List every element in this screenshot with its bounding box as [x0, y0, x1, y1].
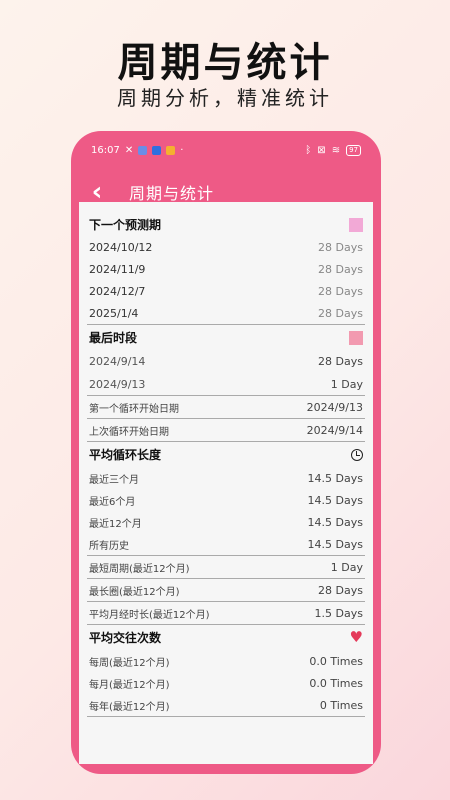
app-notification-icon	[152, 145, 162, 155]
status-bar: 16:07 ✕ · ᛒ ⊠ ≋ 97	[71, 131, 381, 169]
list-item: 最近6个月 14.5 Days	[89, 493, 363, 508]
list-item: 上次循环开始日期 2024/9/14	[89, 423, 363, 438]
stats-list[interactable]: 下一个预测期 2024/10/12 28 Days 2024/11/9 28 D…	[79, 202, 373, 764]
list-item: 每周(最近12个月) 0.0 Times	[89, 654, 363, 669]
more-icon: ·	[180, 144, 184, 156]
wifi-icon: ≋	[331, 144, 341, 156]
list-item: 所有历史 14.5 Days	[89, 537, 363, 552]
list-item: 2024/9/14 28 Days	[89, 355, 363, 368]
history-icon[interactable]	[351, 448, 363, 461]
list-item: 2024/10/12 28 Days	[89, 240, 363, 254]
list-item: 每年(最近12个月) 0 Times	[89, 698, 363, 713]
bluetooth-icon: ᛒ	[305, 144, 312, 156]
battery-icon: 97	[346, 144, 361, 156]
status-time: 16:07	[91, 144, 120, 156]
hero-subtitle: 周期分析，精准统计	[117, 86, 333, 110]
list-item: 最近12个月 14.5 Days	[89, 515, 363, 530]
mute-icon: ✕	[124, 144, 134, 156]
section-header-next-prediction: 下一个预测期	[89, 213, 363, 236]
list-item: 2025/1/4 28 Days	[89, 306, 363, 320]
sim-icon: ⊠	[317, 144, 326, 156]
divider	[87, 716, 365, 717]
prediction-color-square	[349, 217, 363, 232]
heart-icon: ♥	[349, 628, 363, 646]
app-notification-icon	[138, 145, 148, 155]
list-item: 最近三个月 14.5 Days	[89, 471, 363, 486]
page-title: 周期与统计	[129, 184, 215, 203]
section-header-intercourse: 平均交往次数 ♥	[89, 628, 363, 646]
list-item: 平均月经时长(最近12个月) 1.5 Days	[89, 606, 363, 621]
app-notification-icon	[166, 145, 176, 155]
list-item: 2024/9/13 1 Day	[89, 377, 363, 391]
list-item: 最长圈(最近12个月) 28 Days	[89, 583, 363, 598]
section-header-last-period: 最后时段	[89, 325, 363, 350]
hero-title: 周期与统计	[117, 40, 333, 86]
list-item: 2024/12/7 28 Days	[89, 284, 363, 298]
last-period-color-square	[349, 330, 363, 345]
phone-frame: 16:07 ✕ · ᛒ ⊠ ≋ 97 ‹ 周期与统计 下一个预测期 2024/1…	[71, 131, 381, 774]
list-item: 2024/11/9 28 Days	[89, 262, 363, 276]
section-header-avg-cycle: 平均循环长度	[89, 442, 363, 467]
list-item: 每月(最近12个月) 0.0 Times	[89, 676, 363, 691]
list-item: 最短周期(最近12个月) 1 Day	[89, 560, 363, 575]
list-item: 第一个循环开始日期 2024/9/13	[89, 400, 363, 415]
